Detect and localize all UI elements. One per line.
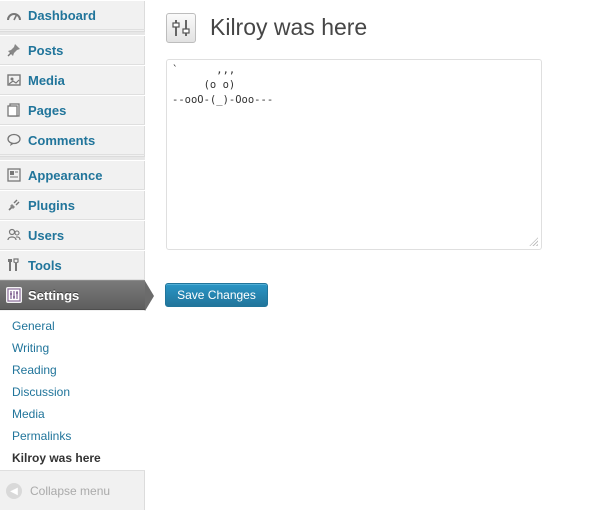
submenu-item-permalinks[interactable]: Permalinks: [12, 429, 71, 443]
menu-label-appearance: Appearance: [28, 167, 103, 183]
menu-item-dashboard[interactable]: Dashboard: [0, 0, 145, 30]
settings-submenu: General Writing Reading Discussion Media…: [0, 311, 145, 471]
pushpin-icon: [6, 42, 22, 58]
menu-label-users: Users: [28, 227, 65, 243]
appearance-icon: [6, 167, 22, 183]
menu-item-posts[interactable]: Posts: [0, 35, 145, 65]
menu-item-tools[interactable]: Tools: [0, 250, 145, 280]
active-menu-pointer: [145, 281, 154, 311]
content-textarea[interactable]: ` ,,, (o o) --ooO-(_)-Ooo---: [166, 59, 542, 250]
menu-label-settings: Settings: [28, 287, 80, 303]
collapse-arrow-icon: ◀: [6, 483, 22, 499]
menu-item-comments[interactable]: Comments: [0, 125, 145, 155]
save-changes-button[interactable]: Save Changes: [165, 283, 268, 307]
submenu-item-general[interactable]: General: [12, 319, 55, 333]
submenu-item-kilroy[interactable]: Kilroy was here: [12, 451, 101, 465]
resize-grip-icon[interactable]: [528, 236, 538, 246]
settings-icon: [6, 287, 22, 303]
dashboard-icon: [6, 7, 22, 23]
menu-item-appearance[interactable]: Appearance: [0, 160, 145, 190]
submenu-item-reading[interactable]: Reading: [12, 363, 57, 377]
menu-item-users[interactable]: Users: [0, 220, 145, 250]
page-title: Kilroy was here: [210, 14, 368, 40]
menu-label-media: Media: [28, 72, 65, 88]
pages-icon: [6, 102, 22, 118]
plug-icon: [6, 197, 22, 213]
menu-label-pages: Pages: [28, 102, 67, 118]
admin-sidebar: Dashboard Posts Media Pages Comments App…: [0, 0, 145, 510]
content-text: ` ,,, (o o) --ooO-(_)-Ooo---: [172, 64, 274, 106]
menu-item-pages[interactable]: Pages: [0, 95, 145, 125]
tools-icon: [6, 257, 22, 273]
menu-item-settings[interactable]: Settings: [0, 280, 145, 310]
comment-bubble-icon: [6, 132, 22, 148]
collapse-menu-label: Collapse menu: [30, 484, 111, 498]
menu-label-dashboard: Dashboard: [28, 7, 96, 23]
collapse-menu-button[interactable]: ◀ Collapse menu: [6, 483, 110, 499]
menu-item-plugins[interactable]: Plugins: [0, 190, 145, 220]
media-icon: [6, 72, 22, 88]
menu-label-posts: Posts: [28, 42, 64, 58]
users-icon: [6, 227, 22, 243]
submenu-item-writing[interactable]: Writing: [12, 341, 49, 355]
submenu-item-discussion[interactable]: Discussion: [12, 385, 70, 399]
menu-item-media[interactable]: Media: [0, 65, 145, 95]
menu-label-comments: Comments: [28, 132, 96, 148]
submenu-item-media[interactable]: Media: [12, 407, 45, 421]
menu-label-tools: Tools: [28, 257, 62, 273]
settings-page-icon: [166, 13, 196, 43]
menu-label-plugins: Plugins: [28, 197, 75, 213]
